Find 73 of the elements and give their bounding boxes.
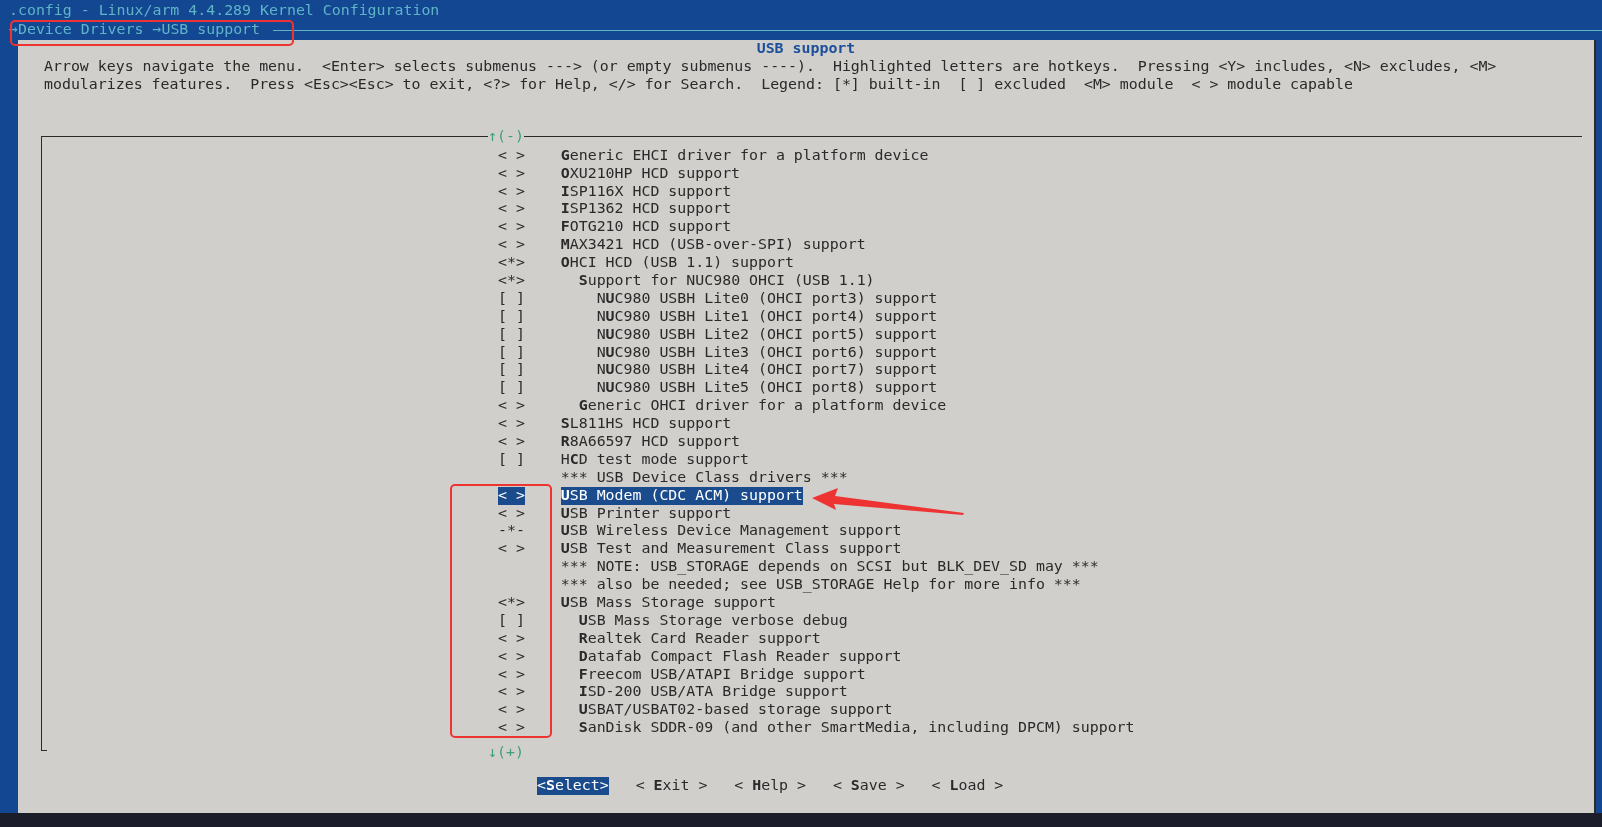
menu-item[interactable]: HCD test mode support xyxy=(560,450,750,469)
menu-item[interactable]: NUC980 USBH Lite1 (OHCI port4) support xyxy=(560,307,938,326)
menu-item[interactable]: NUC980 USBH Lite3 (OHCI port6) support xyxy=(560,343,938,362)
option-state[interactable]: [ ] xyxy=(498,325,525,344)
menu-item[interactable]: USB Wireless Device Management support xyxy=(560,522,902,541)
menu-item[interactable]: OXU210HP HCD support xyxy=(560,164,741,183)
menu-item[interactable]: USB Modem (CDC ACM) support xyxy=(560,486,803,505)
option-state[interactable]: < > xyxy=(498,486,525,505)
menu-item[interactable]: ISP116X HCD support xyxy=(560,182,732,201)
menu-button[interactable]: < Help > xyxy=(734,776,806,795)
menu-comment: *** also be needed; see USB_STORAGE Help for more info *** xyxy=(560,576,1081,594)
option-state[interactable]: [ ] xyxy=(498,289,525,308)
option-state[interactable]: <*> xyxy=(498,594,525,612)
menu-item[interactable]: Support for NUC980 OHCI (USB 1.1) xyxy=(560,271,875,290)
menu-item[interactable]: R8A66597 HCD support xyxy=(560,432,741,451)
menu-item[interactable]: NUC980 USBH Lite5 (OHCI port8) support xyxy=(560,379,938,398)
breadcrumb-item: →USB support xyxy=(152,21,261,39)
option-state[interactable]: < > xyxy=(498,683,525,702)
option-state[interactable]: [ ] xyxy=(498,307,525,326)
menu-item[interactable]: Generic EHCI driver for a platform device xyxy=(560,146,929,165)
menu-item[interactable]: USB Mass Storage support xyxy=(560,594,776,612)
option-state[interactable]: < > xyxy=(498,540,525,559)
option-state[interactable]: < > xyxy=(498,415,525,433)
menu-button[interactable]: < Exit > xyxy=(635,776,708,795)
option-state[interactable]: < > xyxy=(498,504,525,523)
menu-button[interactable]: < Load > xyxy=(931,776,1004,795)
help-text: modularizes features. Press <Esc><Esc> to exit, <?> for Help, </> for Search. Legend: [*] built-in [ ] excluded <M> module < > module capable xyxy=(43,75,1353,94)
menu-item[interactable]: FOTG210 HCD support xyxy=(560,218,732,237)
option-state[interactable]: [ ] xyxy=(498,343,525,362)
option-state[interactable]: [ ] xyxy=(498,361,525,380)
menu-comment: *** NOTE: USB_STORAGE depends on SCSI but BLK_DEV_SD may *** xyxy=(560,558,1099,577)
menu-item[interactable]: OHCI HCD (USB 1.1) support xyxy=(560,254,794,272)
help-text: Arrow keys navigate the menu. <Enter> selects submenus ---> (or empty submenus ----). Highlighted letters are hotkeys. Pressing <Y> includes, <N> excludes, <M> xyxy=(43,57,1497,76)
menu-comment: *** USB Device Class drivers *** xyxy=(560,468,848,487)
menu-button[interactable]: <Select> xyxy=(537,776,609,795)
menu-item[interactable]: ISP1362 HCD support xyxy=(560,200,732,219)
option-state[interactable]: < > xyxy=(498,236,525,255)
menu-item[interactable]: Datafab Compact Flash Reader support xyxy=(560,647,902,666)
menu-item[interactable]: NUC980 USBH Lite4 (OHCI port7) support xyxy=(560,361,938,380)
option-state[interactable]: <*> xyxy=(498,271,525,290)
menu-item[interactable]: Freecom USB/ATAPI Bridge support xyxy=(560,665,866,684)
option-state[interactable]: [ ] xyxy=(498,611,525,630)
option-state[interactable]: [ ] xyxy=(498,379,525,398)
option-state[interactable]: < > xyxy=(498,182,525,201)
menu-item[interactable]: USB Printer support xyxy=(560,504,732,523)
menu-item[interactable]: SL811HS HCD support xyxy=(560,415,732,433)
menu-item[interactable]: USBAT/USBAT02-based storage support xyxy=(560,701,893,720)
option-state[interactable]: <*> xyxy=(498,254,525,272)
menu-button[interactable]: < Save > xyxy=(832,776,905,795)
option-state[interactable]: < > xyxy=(498,665,525,684)
menu-item[interactable]: NUC980 USBH Lite0 (OHCI port3) support xyxy=(560,289,938,308)
menu-item[interactable]: Realtek Card Reader support xyxy=(560,629,821,648)
option-state[interactable]: < > xyxy=(498,200,525,219)
option-state[interactable]: < > xyxy=(498,719,525,738)
option-state[interactable]: < > xyxy=(498,701,525,720)
menu-item[interactable]: USB Test and Measurement Class support xyxy=(560,540,902,559)
menu-item[interactable]: NUC980 USBH Lite2 (OHCI port5) support xyxy=(560,325,938,344)
menu-item[interactable]: MAX3421 HCD (USB-over-SPI) support xyxy=(560,236,866,255)
menu-item[interactable]: Generic OHCI driver for a platform device xyxy=(560,397,947,416)
option-state[interactable]: < > xyxy=(498,146,525,165)
option-state[interactable]: -*- xyxy=(498,522,525,541)
option-state[interactable]: < > xyxy=(498,397,525,416)
option-state[interactable]: < > xyxy=(498,164,525,183)
option-state[interactable]: < > xyxy=(498,432,525,451)
window-title: .config - Linux/arm 4.4.289 Kernel Configuration xyxy=(8,0,440,20)
menu-item[interactable]: SanDisk SDDR-09 (and other SmartMedia, including DPCM) support xyxy=(560,719,1135,738)
menu-item[interactable]: ISD-200 USB/ATA Bridge support xyxy=(560,683,848,702)
option-state[interactable]: < > xyxy=(498,218,525,237)
option-state[interactable]: < > xyxy=(498,629,525,648)
option-state[interactable]: < > xyxy=(498,647,525,666)
option-state[interactable]: [ ] xyxy=(498,450,525,469)
dialog-title: USB support xyxy=(756,40,856,58)
menu-item[interactable]: USB Mass Storage verbose debug xyxy=(560,611,848,630)
